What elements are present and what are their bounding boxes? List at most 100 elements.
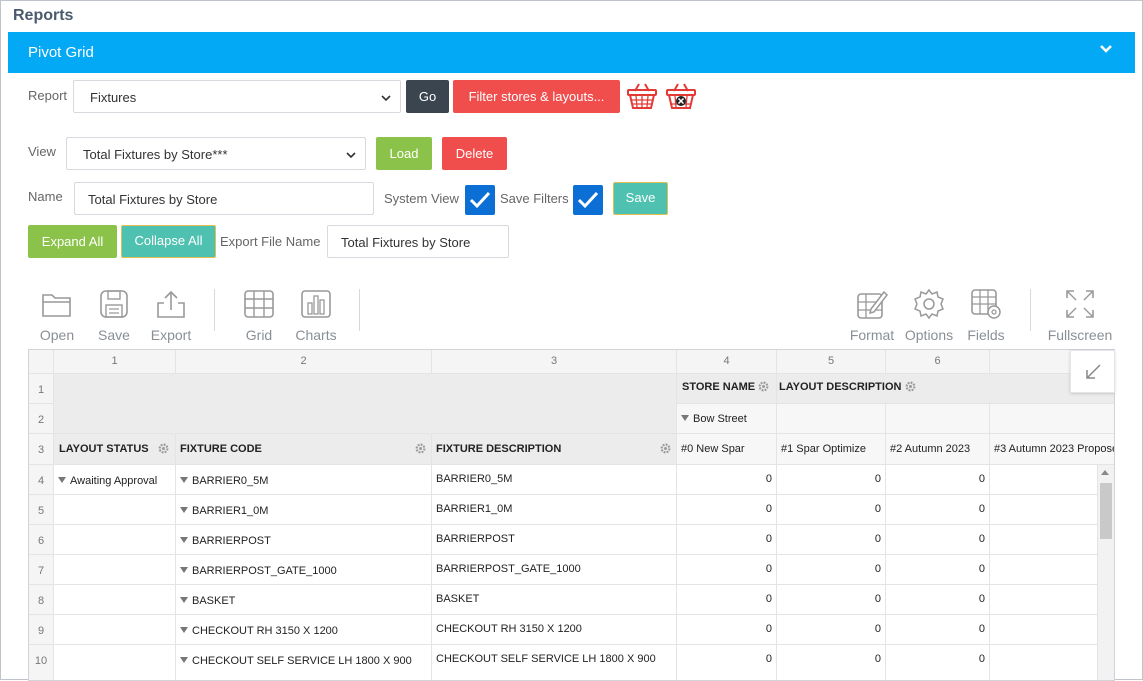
basket-clear-icon[interactable]: [665, 81, 697, 116]
value-cell[interactable]: 0: [777, 495, 886, 525]
value-cell-empty[interactable]: [990, 585, 1098, 615]
fixture-code-cell[interactable]: BARRIER1_0M: [176, 495, 432, 525]
fixture-code-cell[interactable]: BARRIERPOST_GATE_1000: [176, 555, 432, 585]
pivot-grid-panel-header[interactable]: Pivot Grid: [8, 32, 1135, 73]
view-select[interactable]: Total Fixtures by Store***: [66, 137, 366, 170]
pivot-grid[interactable]: 1 2 3 4 5 6 1 2 3 4 5 6 7 8 9 10 STORE N…: [28, 349, 1115, 681]
value-cell-empty[interactable]: [990, 525, 1098, 555]
fixture-description-header[interactable]: FIXTURE DESCRIPTION: [432, 434, 677, 465]
layout-status-cell[interactable]: Awaiting Approval: [54, 465, 176, 495]
value-cell[interactable]: 0: [886, 465, 990, 495]
fixture-description-cell: CHECKOUT SELF SERVICE LH 1800 X 900: [432, 645, 677, 680]
fixture-code-cell[interactable]: BARRIER0_5M: [176, 465, 432, 495]
collapse-triangle-icon[interactable]: [58, 477, 66, 483]
save-filters-checkbox[interactable]: [573, 185, 603, 215]
value-cell[interactable]: 0: [886, 645, 990, 680]
delete-button[interactable]: Delete: [442, 137, 507, 170]
fixture-description-cell: BARRIER1_0M: [432, 495, 677, 525]
value-cell[interactable]: 0: [886, 495, 990, 525]
scrollbar-thumb[interactable]: [1100, 483, 1112, 539]
gear-icon[interactable]: [158, 443, 169, 457]
fixture-code-cell[interactable]: BASKET: [176, 585, 432, 615]
collapse-triangle-icon[interactable]: [681, 415, 689, 421]
value-cell[interactable]: 0: [886, 555, 990, 585]
store-name-header[interactable]: STORE NAME: [677, 374, 777, 404]
row-number: 9: [29, 615, 54, 645]
value-cell[interactable]: 0: [677, 615, 777, 645]
value-cell-empty[interactable]: [990, 555, 1098, 585]
open-tool[interactable]: Open: [34, 280, 80, 343]
collapse-triangle-icon[interactable]: [180, 507, 188, 513]
options-tool[interactable]: Options: [903, 280, 955, 343]
layout-header[interactable]: #2 Autumn 2023: [886, 434, 990, 465]
layout-header[interactable]: #0 New Spar: [677, 434, 777, 465]
layout-header[interactable]: #3 Autumn 2023 Propose: [990, 434, 1114, 465]
save-filters-label: Save Filters: [500, 191, 569, 206]
value-cell[interactable]: 0: [777, 585, 886, 615]
layout-header[interactable]: #1 Spar Optimize: [777, 434, 886, 465]
grid-tool[interactable]: Grid: [237, 280, 281, 343]
fields-tool[interactable]: Fields: [963, 280, 1009, 343]
value-cell-empty[interactable]: [990, 495, 1098, 525]
value-cell[interactable]: 0: [777, 525, 886, 555]
gear-icon[interactable]: [905, 381, 916, 395]
collapse-triangle-icon[interactable]: [180, 597, 188, 603]
store-name-label: STORE NAME: [682, 381, 756, 393]
system-view-checkbox[interactable]: [465, 185, 495, 215]
fixture-code-header[interactable]: FIXTURE CODE: [176, 434, 432, 465]
value-cell[interactable]: 0: [886, 585, 990, 615]
layout-description-header[interactable]: LAYOUT DESCRIPTION: [777, 374, 1114, 404]
basket-icon[interactable]: [626, 81, 658, 116]
export-tool[interactable]: Export: [147, 280, 195, 343]
value-cell-empty[interactable]: [990, 615, 1098, 645]
export-file-name-input[interactable]: Total Fixtures by Store: [327, 225, 509, 258]
value-cell[interactable]: 0: [886, 525, 990, 555]
report-select[interactable]: Fixtures: [73, 80, 401, 113]
fixture-code-cell[interactable]: BARRIERPOST: [176, 525, 432, 555]
value-cell[interactable]: 0: [777, 645, 886, 680]
gear-icon[interactable]: [415, 443, 426, 457]
value-cell[interactable]: 0: [777, 615, 886, 645]
gear-icon[interactable]: [758, 381, 769, 395]
expand-all-button[interactable]: Expand All: [28, 225, 117, 258]
value-cell[interactable]: 0: [677, 555, 777, 585]
value-cell[interactable]: 0: [677, 645, 777, 680]
value-cell-empty[interactable]: [990, 465, 1098, 495]
value-cell[interactable]: 0: [677, 525, 777, 555]
fixture-code-cell[interactable]: CHECKOUT SELF SERVICE LH 1800 X 900: [176, 645, 432, 680]
value-cell[interactable]: 0: [677, 465, 777, 495]
collapse-triangle-icon[interactable]: [180, 657, 188, 663]
fullscreen-tool[interactable]: Fullscreen: [1046, 280, 1114, 343]
name-label: Name: [28, 189, 63, 204]
value-cell[interactable]: 0: [886, 615, 990, 645]
minimize-grid-button[interactable]: [1070, 350, 1115, 393]
go-button[interactable]: Go: [406, 80, 449, 113]
value-cell-empty[interactable]: [990, 645, 1098, 680]
charts-tool[interactable]: Charts: [292, 280, 340, 343]
store-bow-street[interactable]: Bow Street: [677, 404, 777, 434]
chevron-down-icon[interactable]: [1099, 42, 1113, 56]
save-view-button[interactable]: Save: [613, 182, 668, 215]
fixture-code-cell[interactable]: CHECKOUT RH 3150 X 1200: [176, 615, 432, 645]
collapse-triangle-icon[interactable]: [180, 627, 188, 633]
layout-status-header[interactable]: LAYOUT STATUS: [54, 434, 176, 465]
filter-stores-button[interactable]: Filter stores & layouts...: [453, 80, 620, 113]
collapse-triangle-icon[interactable]: [180, 477, 188, 483]
collapse-all-button[interactable]: Collapse All: [121, 225, 216, 258]
layout-status-cell: [54, 495, 176, 525]
gear-icon[interactable]: [660, 443, 671, 457]
layout-description-label: LAYOUT DESCRIPTION: [779, 381, 902, 393]
value-cell[interactable]: 0: [677, 495, 777, 525]
value-cell[interactable]: 0: [777, 555, 886, 585]
format-tool[interactable]: Format: [847, 280, 897, 343]
value-cell[interactable]: 0: [777, 465, 886, 495]
scroll-up-arrow-icon[interactable]: [1101, 470, 1109, 475]
save-tool[interactable]: Save: [93, 280, 135, 343]
bar-chart-icon: [292, 280, 340, 320]
name-input[interactable]: Total Fixtures by Store: [74, 182, 374, 215]
toolbar-divider: [214, 289, 215, 331]
load-button[interactable]: Load: [376, 137, 432, 170]
collapse-triangle-icon[interactable]: [180, 537, 188, 543]
collapse-triangle-icon[interactable]: [180, 567, 188, 573]
value-cell[interactable]: 0: [677, 585, 777, 615]
